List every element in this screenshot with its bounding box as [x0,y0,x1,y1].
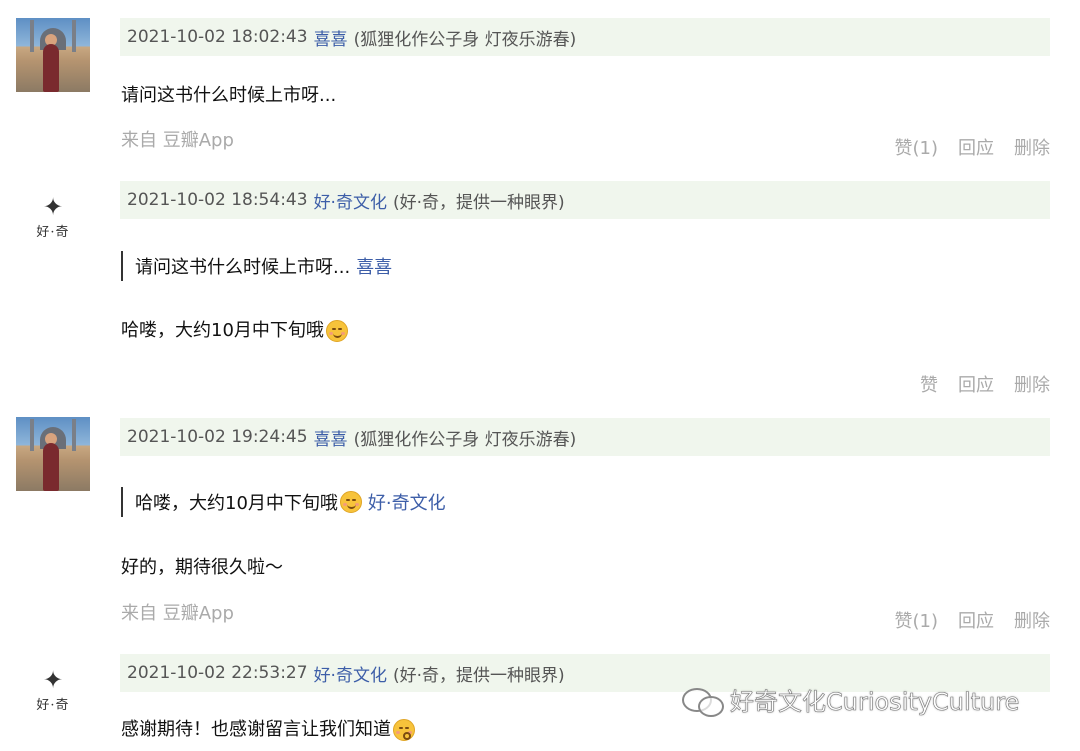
delete-button[interactable]: 删除 [1014,371,1050,397]
timestamp: 2021-10-02 19:24:45 [127,427,308,447]
comment-header: 2021-10-02 19:24:45 喜喜 (狐狸化作公子身 灯夜乐游春) [120,418,1050,456]
quoted-reply: 哈喽，大约10月中下旬哦 好·奇文化 [121,487,446,517]
like-button[interactable]: 赞 [920,371,938,397]
comment-actions: 赞(1) 回应 删除 [895,134,1051,160]
reply-button[interactable]: 回应 [958,607,994,633]
comment-actions: 赞 回应 删除 [920,371,1050,397]
timestamp: 2021-10-02 22:53:27 [127,663,308,683]
comment-source: 来自 豆瓣App [121,603,234,624]
watermark-text: 好奇文化CuriosityCulture [730,688,1020,717]
comment-header: 2021-10-02 18:02:43 喜喜 (狐狸化作公子身 灯夜乐游春) [120,18,1050,56]
user-signature: (狐狸化作公子身 灯夜乐游春) [353,29,577,50]
username-link[interactable]: 好·奇文化 [314,188,387,213]
user-signature: (好·奇，提供一种眼界) [392,192,565,213]
comment-text-content: 感谢期待！也感谢留言让我们知道 [121,719,391,740]
avatar[interactable] [16,18,90,92]
star-logo-icon: ✦ [42,665,64,694]
comment-text: 好的，期待很久啦～ [121,557,283,578]
comment-source: 来自 豆瓣App [121,130,234,151]
avatar[interactable]: ✦ 好·奇 [16,653,90,727]
user-signature: (狐狸化作公子身 灯夜乐游春) [353,429,577,450]
timestamp: 2021-10-02 18:02:43 [127,27,308,47]
user-signature: (好·奇，提供一种眼界) [392,665,565,686]
wechat-icon [680,684,724,717]
quote-text: 哈喽，大约10月中下旬哦 [135,493,338,514]
comment-text: 哈喽，大约10月中下旬哦 [121,316,348,342]
comment-text: 请问这书什么时候上市呀... [121,85,337,106]
comment-text-content: 哈喽，大约10月中下旬哦 [121,320,324,341]
username-link[interactable]: 好·奇文化 [314,661,387,686]
quote-text: 请问这书什么时候上市呀... [135,257,351,278]
quote-author-link[interactable]: 好·奇文化 [368,489,446,515]
like-button[interactable]: 赞(1) [895,607,939,633]
avatar-label: 好·奇 [36,697,70,713]
comment-actions: 赞(1) 回应 删除 [895,607,1051,633]
smile-emoji-icon [325,320,348,342]
quote-author-link[interactable]: 喜喜 [356,253,392,279]
comment-text: 感谢期待！也感谢留言让我们知道 [121,715,415,741]
delete-button[interactable]: 删除 [1014,134,1050,160]
avatar-label: 好·奇 [36,224,70,240]
timestamp: 2021-10-02 18:54:43 [127,190,308,210]
quoted-reply: 请问这书什么时候上市呀... 喜喜 [121,251,392,281]
star-logo-icon: ✦ [42,192,64,221]
like-button[interactable]: 赞(1) [895,134,939,160]
smile-emoji-icon [339,491,362,513]
comment-header: 2021-10-02 18:54:43 好·奇文化 (好·奇，提供一种眼界) [120,181,1050,219]
avatar[interactable] [16,417,90,491]
username-link[interactable]: 喜喜 [314,425,348,450]
kiss-emoji-icon [393,719,415,741]
watermark: 好奇文化CuriosityCulture [680,682,1020,717]
reply-button[interactable]: 回应 [958,134,994,160]
reply-button[interactable]: 回应 [958,371,994,397]
username-link[interactable]: 喜喜 [314,25,348,50]
avatar[interactable]: ✦ 好·奇 [16,180,90,254]
delete-button[interactable]: 删除 [1014,607,1050,633]
